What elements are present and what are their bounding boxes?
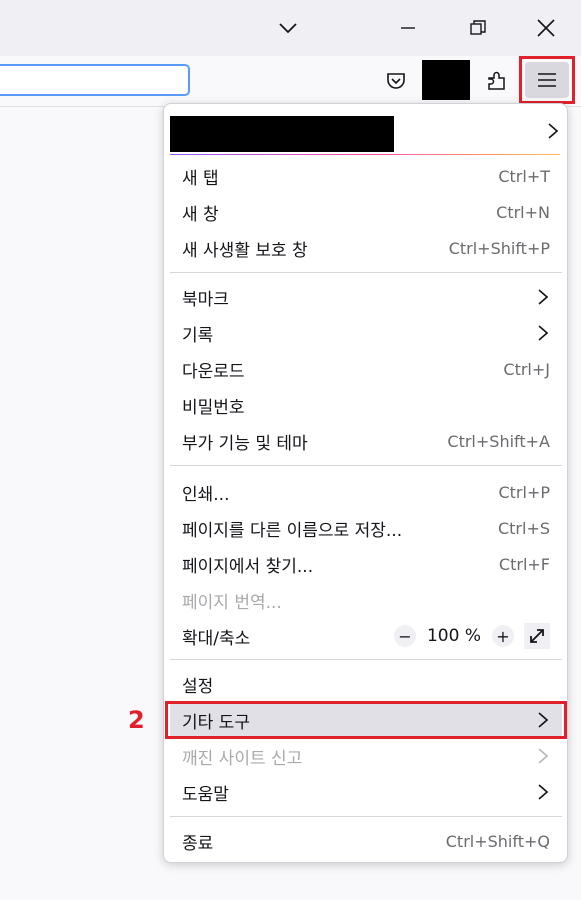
zoom-reset-button[interactable]: 100 % [426,626,482,646]
annotation-marker-2: 2 [128,706,145,734]
close-button[interactable] [515,0,577,56]
menu-item-new-window[interactable]: 새 창 Ctrl+N [170,194,562,230]
menu-item-quit[interactable]: 종료 Ctrl+Shift+Q [170,823,562,859]
menu-item-find-in-page[interactable]: 페이지에서 찾기... Ctrl+F [170,546,562,582]
chevron-right-icon [536,288,550,306]
extensions-icon [488,71,505,90]
fullscreen-icon [530,629,544,643]
redacted-account-name [170,116,394,152]
chevron-down-icon [279,23,297,34]
chevron-right-icon [546,122,560,140]
account-gradient-line [170,154,560,155]
zoom-in-button[interactable]: + [492,625,514,647]
menu-item-print[interactable]: 인쇄... Ctrl+P [170,474,562,510]
restore-icon [470,20,486,35]
menu-item-downloads[interactable]: 다운로드 Ctrl+J [170,351,562,387]
chevron-right-icon [536,783,550,801]
redacted-toolbar-item [422,60,470,100]
menu-item-addons-themes[interactable]: 부가 기능 및 테마 Ctrl+Shift+A [170,423,562,459]
highlight-box-1 [519,56,575,104]
separator [170,272,562,273]
minimize-icon [401,27,415,29]
zoom-out-button[interactable]: − [394,625,416,647]
menu-item-new-tab[interactable]: 새 탭 Ctrl+T [170,158,562,194]
chevron-right-icon [536,747,550,765]
nav-toolbar [0,56,581,107]
account-row[interactable] [170,108,560,155]
minimize-button[interactable] [377,0,439,56]
menu-item-new-private-window[interactable]: 새 사생활 보호 창 Ctrl+Shift+P [170,230,562,266]
fullscreen-button[interactable] [524,623,550,649]
menu-item-help[interactable]: 도움말 [170,774,562,810]
highlight-box-2 [165,701,567,739]
menu-item-settings[interactable]: 설정 [170,666,562,702]
zoom-controls: − 100 % + [394,623,550,649]
menu-item-save-page-as[interactable]: 페이지를 다른 이름으로 저장... Ctrl+S [170,510,562,546]
app-menu-panel: 새 탭 Ctrl+T 새 창 Ctrl+N 새 사생활 보호 창 Ctrl+Shift… [163,103,568,863]
menu-item-passwords[interactable]: 비밀번호 [170,387,562,423]
url-bar[interactable] [0,64,190,96]
list-all-tabs-button[interactable] [257,0,319,56]
pocket-button[interactable] [376,56,416,106]
extensions-button[interactable] [477,56,517,106]
menu-item-history[interactable]: 기록 [170,315,562,351]
title-bar [0,0,581,56]
pocket-icon [387,73,405,89]
menu-item-zoom: 확대/축소 − 100 % + [170,618,562,654]
separator [170,465,562,466]
menu-item-report-broken-site: 깨진 사이트 신고 [170,738,562,774]
close-icon [537,19,555,37]
separator [170,816,562,817]
chevron-right-icon [536,324,550,342]
restore-button[interactable] [447,0,509,56]
separator [170,659,562,660]
menu-item-bookmarks[interactable]: 북마크 [170,279,562,315]
menu-item-translate-page: 페이지 번역... [182,592,282,613]
